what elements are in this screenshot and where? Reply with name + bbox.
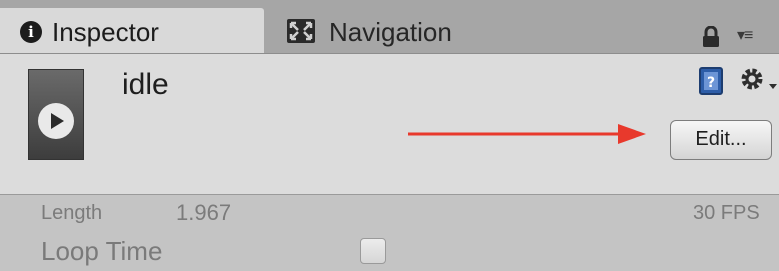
length-value: 1.967 — [176, 200, 232, 225]
svg-text:?: ? — [707, 75, 715, 91]
annotation-arrow — [408, 122, 648, 151]
info-icon: i — [20, 21, 42, 43]
clip-header: idle ? Edit... — [0, 54, 779, 195]
navigation-icon — [286, 18, 316, 49]
fps-value: 30 FPS — [693, 202, 760, 224]
length-label: Length — [41, 202, 103, 224]
tab-inspector-label: Inspector — [52, 17, 159, 47]
play-icon — [38, 103, 74, 139]
tab-bar: i Inspector Navigation ▾≡ — [0, 0, 779, 54]
edit-button[interactable]: Edit... — [670, 120, 772, 160]
clip-properties: Length 1.967 30 FPS Loop Time — [0, 195, 779, 271]
tab-navigation-label: Navigation — [329, 17, 452, 47]
gear-icon[interactable] — [737, 64, 777, 101]
loop-time-label: Loop Time — [41, 236, 163, 266]
context-menu-icon[interactable]: ▾≡ — [737, 25, 753, 45]
animation-clip-thumbnail — [28, 69, 84, 160]
clip-name: idle — [122, 68, 169, 101]
lock-icon[interactable] — [702, 25, 720, 53]
help-book-icon[interactable]: ? — [698, 66, 724, 101]
tab-inspector[interactable]: i Inspector — [0, 8, 264, 53]
loop-time-checkbox[interactable] — [360, 238, 386, 264]
